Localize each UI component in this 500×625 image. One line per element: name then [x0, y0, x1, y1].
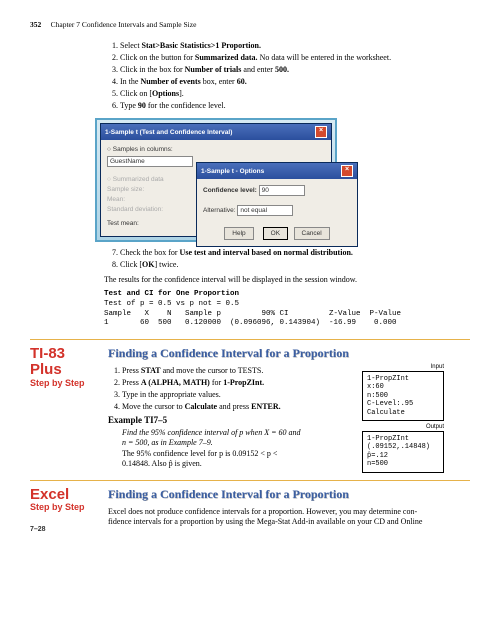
- step-4: In the Number of events box, enter 60.: [120, 77, 470, 86]
- step-8: Click [OK] twice.: [120, 260, 470, 269]
- divider: [30, 339, 470, 340]
- samples-input[interactable]: GuestName: [107, 156, 193, 167]
- dialog-options-titlebar: 1-Sample t - Options ×: [197, 163, 357, 179]
- step-5: Click on [Options].: [120, 89, 470, 98]
- dialog-options: 1-Sample t - Options × Confidence level:…: [196, 162, 358, 247]
- calc-input-screen: 1-PropZInt x:60 n:500 C-Level:.95 Calcul…: [362, 371, 444, 421]
- alternative-select[interactable]: not equal: [237, 205, 293, 216]
- page-footer: 7–28: [30, 526, 46, 533]
- output-line3: 1 60 500 0.120000 (0.096096, 0.143904) -…: [104, 319, 470, 329]
- close-icon[interactable]: ×: [315, 126, 327, 138]
- ti83-sublabel: Step by Step: [30, 378, 100, 388]
- divider: [30, 480, 470, 481]
- output-line2: Sample X N Sample p 90% CI Z-Value P-Val…: [104, 310, 470, 320]
- output-heading: Test and CI for One Proportion: [104, 290, 470, 300]
- dialog-figure: 1-Sample t (Test and Confidence Interval…: [95, 118, 470, 242]
- step-7: Check the box for Use test and interval …: [120, 248, 470, 257]
- calc-output-label: Output: [362, 424, 444, 430]
- confidence-input[interactable]: 90: [259, 185, 305, 196]
- instruction-list-a: Select Stat>Basic Statistics>1 Proportio…: [30, 41, 470, 110]
- step-2: Click on the button for Summarized data.…: [120, 53, 470, 62]
- step-6: Type 90 for the confidence level.: [120, 101, 470, 110]
- result-text: The results for the confidence interval …: [104, 275, 470, 284]
- ti83-label: TI-83 Plus: [30, 346, 100, 378]
- step-3: Click in the box for Number of trials an…: [120, 65, 470, 74]
- close-icon[interactable]: ×: [341, 165, 353, 177]
- dialog-1sample: 1-Sample t (Test and Confidence Interval…: [100, 123, 332, 237]
- excel-section: Excel Step by Step Finding a Confidence …: [30, 487, 470, 528]
- step-1: Select Stat>Basic Statistics>1 Proportio…: [120, 41, 470, 50]
- ti83-title: Finding a Confidence Interval for a Prop…: [108, 346, 470, 361]
- calc-output-screen: 1-PropZInt (.09152,.14848) p̂=.12 n=500: [362, 431, 444, 473]
- help-button[interactable]: Help: [224, 227, 253, 240]
- excel-paragraph: Excel does not produce confidence interv…: [108, 507, 470, 528]
- instruction-list-b: Check the box for Use test and interval …: [30, 248, 470, 269]
- page-header: 352 Chapter 7 Confidence Intervals and S…: [30, 20, 470, 29]
- excel-title: Finding a Confidence Interval for a Prop…: [108, 487, 470, 502]
- excel-sublabel: Step by Step: [30, 502, 100, 512]
- dialog-titlebar: 1-Sample t (Test and Confidence Interval…: [101, 124, 331, 140]
- chapter-title: Chapter 7 Confidence Intervals and Sampl…: [51, 20, 197, 29]
- ok-button[interactable]: OK: [263, 227, 288, 240]
- output-line1: Test of p = 0.5 vs p not = 0.5: [104, 300, 470, 310]
- calc-input-label: Input: [362, 364, 444, 370]
- cancel-button[interactable]: Cancel: [294, 227, 330, 240]
- ti83-section: TI-83 Plus Step by Step Finding a Confid…: [30, 346, 470, 470]
- excel-label: Excel: [30, 487, 100, 503]
- page-number: 352: [30, 20, 41, 29]
